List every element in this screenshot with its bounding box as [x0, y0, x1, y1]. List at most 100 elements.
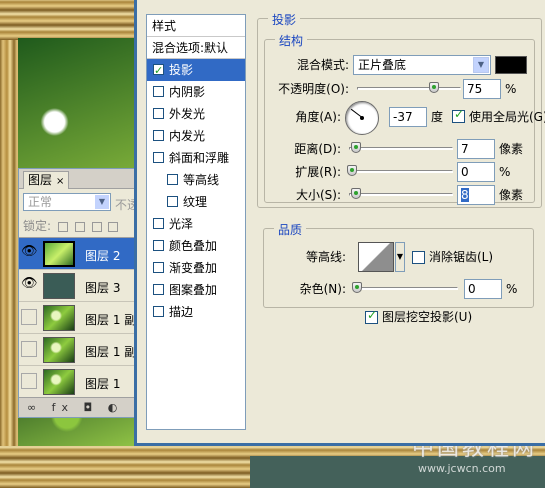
- lock-all-icon[interactable]: [108, 221, 119, 232]
- style-item[interactable]: 光泽: [147, 213, 245, 235]
- noise-slider-track[interactable]: [354, 287, 458, 290]
- opacity-slider-thumb[interactable]: [429, 82, 439, 93]
- size-value: 8: [461, 188, 469, 202]
- style-item[interactable]: 颜色叠加: [147, 235, 245, 257]
- style-checkbox[interactable]: [153, 306, 164, 317]
- eye-icon[interactable]: 👁: [21, 245, 38, 261]
- lock-move-icon[interactable]: [91, 221, 102, 232]
- angle-dial[interactable]: [345, 101, 379, 135]
- knockout-checkbox[interactable]: [365, 308, 378, 324]
- anti-alias-checkbox[interactable]: [412, 251, 425, 264]
- style-checkbox[interactable]: [153, 108, 164, 119]
- distance-input[interactable]: 7: [457, 139, 495, 159]
- style-checkbox[interactable]: [153, 86, 164, 97]
- layers-footer[interactable]: ∞ fx ◘ ◐: [19, 397, 139, 417]
- opacity-row: 不透明度(O): 75 %: [265, 79, 545, 101]
- spread-input[interactable]: 0: [457, 162, 495, 182]
- noise-value: 0: [468, 282, 476, 296]
- style-items: 投影内阴影外发光内发光斜面和浮雕等高线纹理光泽颜色叠加渐变叠加图案叠加描边: [147, 59, 245, 323]
- layer-row[interactable]: 👁 图层 2: [19, 238, 139, 270]
- layers-panel: 图层 × 正常 ▼ 不透 锁定: 👁 图层 2 👁 图层 3 图层 1 副图层 1 副图层…: [18, 168, 140, 418]
- layer-style-dialog: 样式 混合选项:默认 投影内阴影外发光内发光斜面和浮雕等高线纹理光泽颜色叠加渐变…: [134, 0, 545, 446]
- style-item-label: 斜面和浮雕: [169, 151, 230, 165]
- style-item[interactable]: 外发光: [147, 103, 245, 125]
- layer-thumbnail: [43, 241, 75, 267]
- distance-slider-track[interactable]: [349, 147, 453, 150]
- blending-options-item[interactable]: 混合选项:默认: [147, 37, 245, 59]
- style-item[interactable]: 等高线: [147, 169, 245, 191]
- blend-mode-label: 混合模式:: [296, 58, 349, 72]
- layer-row[interactable]: 图层 1 副: [19, 334, 139, 366]
- styles-header[interactable]: 样式: [147, 15, 245, 37]
- contour-label: 等高线:: [305, 250, 346, 264]
- style-item-label: 描边: [169, 305, 194, 319]
- style-item[interactable]: 描边: [147, 301, 245, 323]
- style-checkbox[interactable]: [153, 60, 164, 82]
- style-item[interactable]: 投影: [147, 59, 245, 82]
- spread-slider-thumb[interactable]: [347, 165, 357, 176]
- drop-shadow-title: 投影: [268, 11, 301, 28]
- tab-layers[interactable]: 图层 ×: [23, 171, 70, 189]
- style-item-label: 渐变叠加: [169, 261, 218, 275]
- opacity-input[interactable]: 75: [463, 79, 501, 99]
- style-item[interactable]: 渐变叠加: [147, 257, 245, 279]
- noise-unit: %: [506, 282, 518, 296]
- spread-slider-track[interactable]: [349, 170, 453, 173]
- distance-row: 距离(D): 7 像素: [265, 139, 545, 161]
- style-item[interactable]: 内发光: [147, 125, 245, 147]
- layer-row[interactable]: 图层 1 副: [19, 302, 139, 334]
- global-light-checkbox[interactable]: [452, 107, 465, 123]
- layer-row[interactable]: 图层 1: [19, 366, 139, 398]
- style-checkbox[interactable]: [153, 218, 164, 229]
- distance-slider-thumb[interactable]: [351, 142, 361, 153]
- lock-label: 锁定:: [23, 219, 52, 233]
- structure-group: 结构 混合模式: 正片叠底 ▼ 不透明度(O): 75 % 角度(A): -37…: [264, 32, 545, 205]
- anti-alias-label: 消除锯齿(L): [429, 250, 494, 264]
- shadow-color-swatch[interactable]: [495, 56, 527, 74]
- style-checkbox[interactable]: [153, 240, 164, 251]
- size-input[interactable]: 8: [457, 185, 495, 205]
- lock-transparency-icon[interactable]: [57, 221, 68, 232]
- noise-input[interactable]: 0: [464, 279, 502, 299]
- style-item-label: 光泽: [169, 217, 194, 231]
- style-item[interactable]: 斜面和浮雕: [147, 147, 245, 169]
- knockout-label: 图层挖空投影(U): [382, 310, 473, 324]
- layer-row[interactable]: 👁 图层 3: [19, 270, 139, 302]
- eye-icon[interactable]: 👁: [21, 277, 38, 293]
- style-checkbox[interactable]: [167, 174, 178, 185]
- blend-mode-select[interactable]: 正片叠底 ▼: [353, 55, 491, 75]
- angle-input[interactable]: -37: [389, 107, 427, 127]
- layer-name: 图层 2: [85, 249, 121, 263]
- visibility-toggle[interactable]: [21, 373, 37, 389]
- style-checkbox[interactable]: [167, 196, 178, 207]
- visibility-toggle[interactable]: [21, 309, 37, 325]
- blend-mode-row: 混合模式: 正片叠底 ▼: [265, 55, 545, 77]
- size-slider-track[interactable]: [349, 193, 453, 196]
- layer-name: 图层 1 副: [85, 345, 137, 359]
- visibility-toggle[interactable]: [21, 341, 37, 357]
- angle-dial-center: [360, 116, 364, 120]
- opacity-label: 不透明度(O):: [278, 82, 349, 96]
- angle-label: 角度(A):: [295, 110, 341, 124]
- spread-unit: %: [499, 165, 511, 179]
- layer-blend-mode-select[interactable]: 正常 ▼: [23, 193, 111, 211]
- quality-title: 品质: [274, 221, 307, 238]
- style-item-label: 图案叠加: [169, 283, 218, 297]
- noise-slider-thumb[interactable]: [352, 282, 362, 293]
- chevron-down-icon[interactable]: ▼: [395, 242, 405, 272]
- style-checkbox[interactable]: [153, 262, 164, 273]
- watermark-url: www.jcwcn.com: [418, 462, 506, 475]
- style-checkbox[interactable]: [153, 284, 164, 295]
- lock-brush-icon[interactable]: [74, 221, 85, 232]
- contour-swatch[interactable]: [358, 242, 394, 272]
- style-item[interactable]: 图案叠加: [147, 279, 245, 301]
- style-item[interactable]: 内阴影: [147, 81, 245, 103]
- close-icon[interactable]: ×: [56, 176, 64, 187]
- size-slider-thumb[interactable]: [351, 188, 361, 199]
- style-checkbox[interactable]: [153, 130, 164, 141]
- layer-list: 👁 图层 2 👁 图层 3 图层 1 副图层 1 副图层 1: [19, 237, 139, 398]
- style-item[interactable]: 纹理: [147, 191, 245, 213]
- layers-mode-row: 正常 ▼ 不透: [19, 189, 139, 215]
- style-checkbox[interactable]: [153, 152, 164, 163]
- opacity-slider-track[interactable]: [357, 87, 461, 90]
